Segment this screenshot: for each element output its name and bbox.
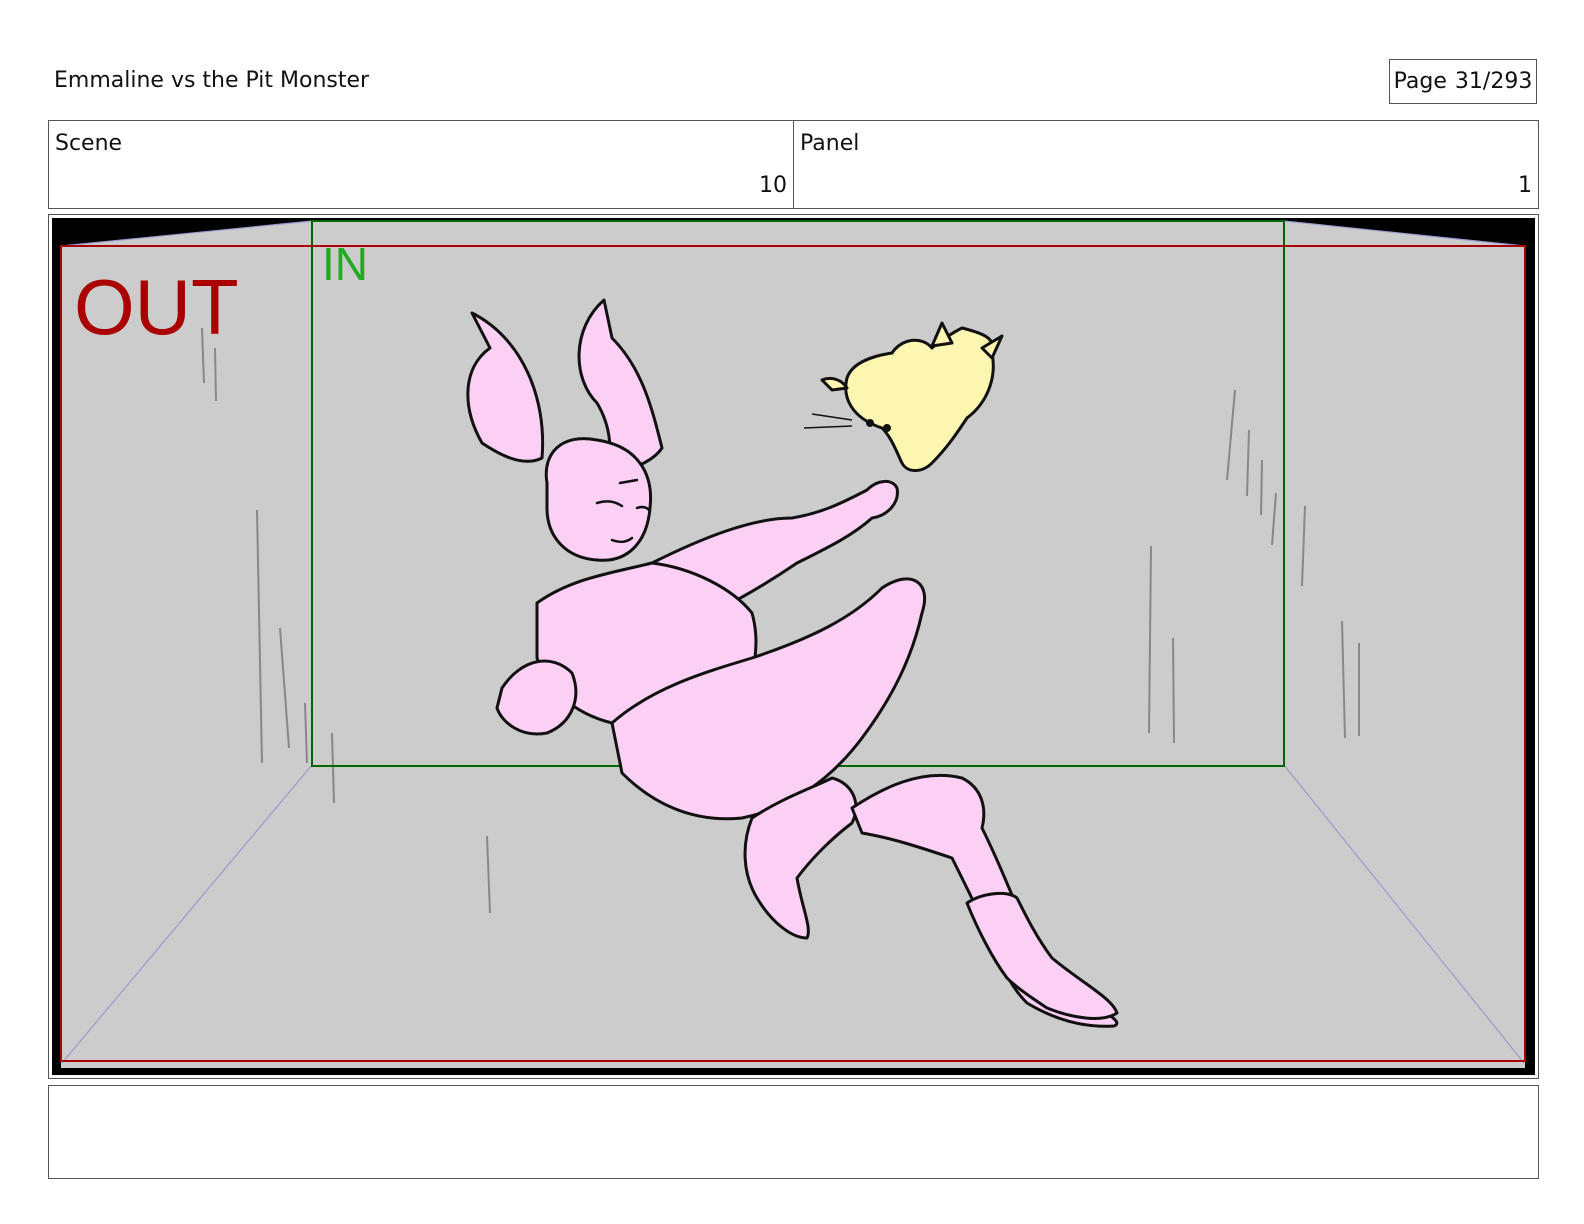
scene-value: 10 [759,173,787,198]
scene-label: Scene [55,131,123,156]
cat-eye-right [883,424,891,432]
page-number: 31/293 [1454,69,1533,94]
cat-eye-left [866,419,874,427]
storyboard-panel: OUT IN [48,214,1539,1079]
panel-label: Panel [800,131,860,156]
panel-value: 1 [1518,173,1532,198]
panel-cell: Panel 1 [793,121,1538,208]
notes-box [48,1085,1539,1179]
scene-cell: Scene 10 [49,121,793,208]
page-indicator: Page 31/293 [1389,59,1537,104]
out-label: OUT [74,263,239,351]
head [544,437,653,562]
document-title: Emmaline vs the Pit Monster [54,68,370,93]
page-label: Page [1393,69,1447,94]
scene-panel-info: Scene 10 Panel 1 [48,120,1539,209]
panel-drawing: OUT IN [52,218,1535,1075]
in-label: IN [322,238,368,290]
